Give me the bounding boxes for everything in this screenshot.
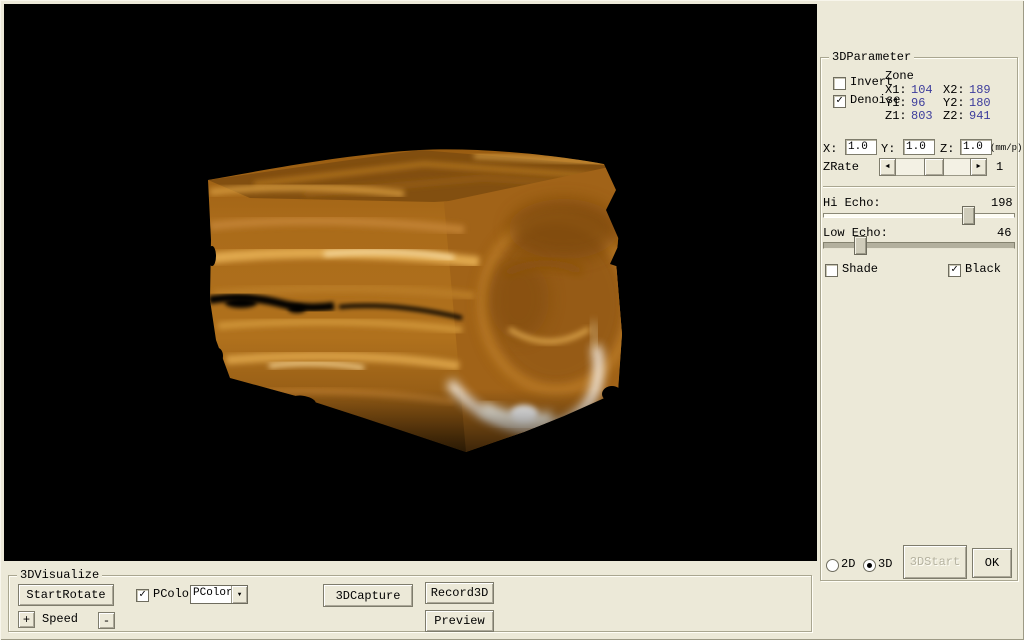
zone-label: Zone: [885, 70, 914, 83]
scale-unit-label: (mm/p): [990, 142, 1022, 155]
start-rotate-button[interactable]: StartRotate: [18, 584, 114, 606]
scale-y-input[interactable]: [903, 139, 935, 155]
low-echo-slider-track[interactable]: [823, 242, 1015, 249]
mode-3d-label: 3D: [878, 558, 892, 571]
zone-z2-value: 941: [969, 110, 991, 123]
visualize-group-title: 3DVisualize: [17, 568, 102, 582]
low-echo-slider-thumb[interactable]: [854, 236, 867, 255]
zone-z1-label: Z1:: [885, 110, 907, 123]
visualize-groupbox: 3DVisualize StartRotate ✓ PColor PColor …: [8, 575, 812, 632]
start3d-button-label: 3DStart: [910, 555, 960, 569]
black-label: Black: [965, 263, 1001, 276]
scale-z-label: Z:: [940, 143, 954, 156]
record-3d-button-label: Record3D: [431, 586, 489, 600]
zrate-label: ZRate: [823, 161, 859, 174]
record-3d-button[interactable]: Record3D: [425, 582, 494, 604]
low-echo-value: 46: [997, 227, 1011, 240]
speed-minus-button[interactable]: -: [98, 612, 115, 629]
parameter-panel: 3DParameter Invert ✓ Denoise Zone X1: 10…: [817, 4, 1020, 636]
scale-x-input[interactable]: [845, 139, 877, 155]
ok-button-label: OK: [985, 556, 999, 570]
scroll-right-icon: ►: [976, 164, 980, 171]
plus-icon: +: [23, 613, 30, 627]
start3d-button[interactable]: 3DStart: [903, 545, 967, 579]
parameter-groupbox: 3DParameter Invert ✓ Denoise Zone X1: 10…: [820, 57, 1018, 581]
render-viewport[interactable]: [4, 4, 817, 561]
scale-x-label: X:: [823, 143, 837, 156]
start-rotate-button-label: StartRotate: [26, 588, 105, 602]
mode-2d-radio[interactable]: [826, 559, 839, 572]
hi-echo-slider-thumb[interactable]: [962, 206, 975, 225]
zone-z2-label: Z2:: [943, 110, 965, 123]
shade-label: Shade: [842, 263, 878, 276]
ok-button[interactable]: OK: [972, 548, 1012, 578]
invert-checkbox[interactable]: [833, 77, 846, 90]
pcolor-dropdown-value: PColor: [191, 586, 231, 603]
zrate-value: 1: [996, 161, 1003, 174]
visualize-panel: 3DVisualize StartRotate ✓ PColor PColor …: [4, 561, 817, 636]
denoise-checkbox[interactable]: ✓: [833, 95, 846, 108]
app-window: 3DParameter Invert ✓ Denoise Zone X1: 10…: [0, 0, 1024, 640]
minus-icon: -: [103, 614, 110, 628]
divider-line: [823, 186, 1015, 188]
preview-button[interactable]: Preview: [425, 610, 494, 632]
shade-checkbox[interactable]: [825, 264, 838, 277]
check-icon: ✓: [139, 590, 146, 601]
dropdown-arrow-icon[interactable]: ▼: [231, 586, 247, 603]
check-icon: ✓: [951, 265, 958, 276]
black-checkbox[interactable]: ✓: [948, 264, 961, 277]
scale-z-input[interactable]: [960, 139, 992, 155]
speed-label: Speed: [42, 613, 78, 626]
preview-button-label: Preview: [434, 614, 484, 628]
check-icon: ✓: [836, 96, 843, 107]
speed-plus-button[interactable]: +: [18, 611, 35, 628]
zrate-scrollbar-thumb[interactable]: [924, 158, 944, 176]
capture-3d-button-label: 3DCapture: [336, 589, 401, 603]
scale-y-label: Y:: [881, 143, 895, 156]
zrate-scroll-right-button[interactable]: ►: [970, 158, 987, 176]
scroll-left-icon: ◄: [885, 164, 889, 171]
parameter-group-title: 3DParameter: [829, 50, 914, 64]
pcolor-dropdown[interactable]: PColor ▼: [190, 585, 248, 604]
hi-echo-slider-track[interactable]: [823, 213, 1015, 218]
ultrasound-volume-render: [4, 4, 817, 561]
hi-echo-value: 198: [991, 197, 1013, 210]
mode-3d-radio[interactable]: [863, 559, 876, 572]
hi-echo-label: Hi Echo:: [823, 197, 881, 210]
zrate-scroll-left-button[interactable]: ◄: [879, 158, 896, 176]
mode-2d-label: 2D: [841, 558, 855, 571]
zone-z1-value: 803: [911, 110, 933, 123]
capture-3d-button[interactable]: 3DCapture: [323, 584, 413, 607]
pcolor-checkbox[interactable]: ✓: [136, 589, 149, 602]
